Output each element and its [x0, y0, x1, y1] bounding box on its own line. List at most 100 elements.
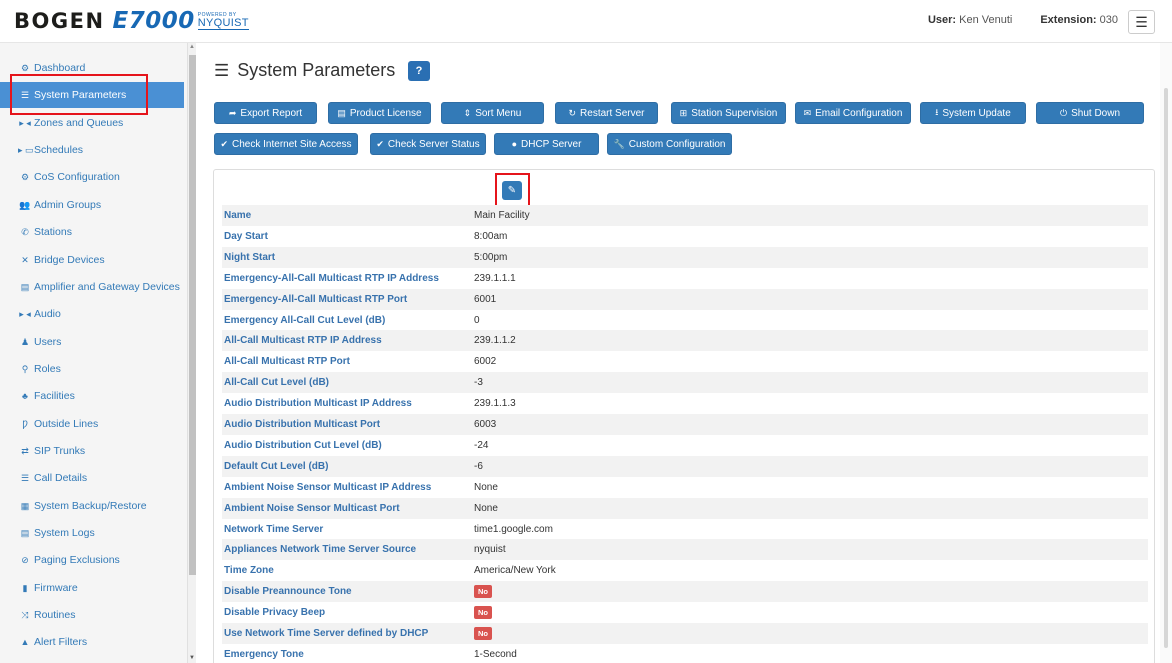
sort-menu-button[interactable]: ⇕ Sort Menu: [441, 102, 544, 124]
list-icon: ☰: [214, 60, 230, 80]
main-scroll-thumb[interactable]: [1164, 88, 1168, 648]
param-row: Name Main Facility: [222, 205, 1148, 226]
system-update-button[interactable]: ⭳ System Update: [920, 102, 1026, 124]
email-configuration-button[interactable]: ✉ Email Configuration: [795, 102, 911, 124]
user-info: User: Ken Venuti Extension: 030: [928, 14, 1118, 26]
dhcp-server-button[interactable]: ● DHCP Server: [494, 133, 599, 155]
param-label: All-Call Multicast RTP IP Address: [224, 335, 382, 346]
button-label: Check Internet Site Access: [232, 138, 352, 150]
sidebar-item-stations[interactable]: ✆ Stations: [0, 219, 184, 245]
sidebar-item-system-backup-restore[interactable]: ▦ System Backup/Restore: [0, 493, 184, 519]
param-label: Appliances Network Time Server Source: [224, 544, 417, 555]
dashboard-icon: ⚙: [20, 62, 30, 73]
param-value: No: [474, 606, 492, 619]
sidebar-item-cos-configuration[interactable]: ⚙ CoS Configuration: [0, 164, 184, 190]
sidebar-item-label: Routines: [34, 609, 76, 621]
param-value: 6003: [474, 419, 497, 430]
param-label: Emergency Tone: [224, 649, 304, 660]
sidebar-item-firmware[interactable]: ▮ Firmware: [0, 575, 184, 601]
sidebar-item-facilities[interactable]: ♣ Facilities: [0, 383, 184, 409]
sidebar-item-audio[interactable]: ▸ ◂ Audio: [0, 301, 184, 327]
sidebar-item-sip-trunks[interactable]: ⇄ SIP Trunks: [0, 438, 184, 464]
scroll-down-icon[interactable]: ▼: [189, 655, 195, 661]
button-label: DHCP Server: [521, 138, 582, 150]
sidebar-item-label: SIP Trunks: [34, 445, 86, 457]
sidebar-item-routines[interactable]: ⤨ Routines: [0, 602, 184, 628]
export-report-button[interactable]: ➦ Export Report: [214, 102, 317, 124]
param-label: Audio Distribution Multicast IP Address: [224, 398, 412, 409]
product-license-button[interactable]: ▤ Product License: [328, 102, 431, 124]
station-supervision-button[interactable]: ⊞ Station Supervision: [671, 102, 786, 124]
sidebar-item-system-logs[interactable]: ▤ System Logs: [0, 520, 184, 546]
sidebar-item-users[interactable]: ♟ Users: [0, 329, 184, 355]
scroll-up-icon[interactable]: ▲: [189, 44, 195, 50]
status-badge: No: [474, 606, 492, 619]
hamburger-icon: ☰: [1135, 13, 1148, 30]
sidebar-item-system-parameters[interactable]: ☰ System Parameters: [0, 82, 184, 108]
page-title: ☰ System Parameters: [214, 60, 395, 81]
check-internet-site-access-button[interactable]: ✔ Check Internet Site Access: [214, 133, 358, 155]
param-row: Ambient Noise Sensor Multicast IP Addres…: [222, 477, 1148, 498]
sidebar-item-roles[interactable]: ⚲ Roles: [0, 356, 184, 382]
sidebar-scroll-thumb[interactable]: [189, 55, 196, 575]
share-icon: ➦: [228, 107, 237, 118]
audio-icon: ▸ ◂: [19, 308, 31, 319]
param-value: 5:00pm: [474, 252, 508, 263]
bridge-icon: ✕: [21, 254, 29, 265]
param-value: 0: [474, 315, 480, 326]
sidebar-item-label: Amplifier and Gateway Devices: [34, 281, 180, 293]
param-row: Audio Distribution Cut Level (dB) -24: [222, 435, 1148, 456]
sidebar-item-label: Dashboard: [34, 62, 86, 74]
param-row: Time Zone America/New York: [222, 560, 1148, 581]
help-button[interactable]: ?: [408, 61, 430, 81]
button-label: Product License: [349, 107, 422, 119]
param-label: Emergency-All-Call Multicast RTP IP Addr…: [224, 273, 439, 284]
button-label: Sort Menu: [475, 107, 522, 119]
sidebar-item-label: Users: [34, 336, 62, 348]
button-label: Shut Down: [1071, 107, 1121, 119]
param-label: Emergency-All-Call Multicast RTP Port: [224, 294, 408, 305]
sidebar-item-label: Outside Lines: [34, 418, 99, 430]
brand-product: E7000: [112, 8, 195, 34]
sidebar-item-outside-lines[interactable]: Ƿ Outside Lines: [0, 411, 184, 437]
sidebar-item-label: Call Details: [34, 472, 88, 484]
sidebar-item-amplifier-and-gateway-devices[interactable]: ▤ Amplifier and Gateway Devices: [0, 274, 184, 300]
sidebar-scrollbar[interactable]: ▲ ▼: [187, 43, 196, 663]
custom-configuration-button[interactable]: 🔧 Custom Configuration: [607, 133, 732, 155]
param-label: Night Start: [224, 252, 276, 263]
download-icon: ⭳: [935, 107, 939, 117]
main-scrollbar[interactable]: [1160, 43, 1172, 663]
param-value: None: [474, 482, 498, 493]
sidebar-item-zones-and-queues[interactable]: ▸ ◂ Zones and Queues: [0, 110, 184, 136]
param-value: No: [474, 627, 492, 640]
sort-icon: ⇕: [463, 107, 472, 118]
bookmark-icon: ▮: [22, 582, 28, 593]
sidebar-item-call-details[interactable]: ☰ Call Details: [0, 465, 184, 491]
sidebar-item-label: Bridge Devices: [34, 254, 105, 266]
param-value: -24: [474, 440, 489, 451]
user-label: User:: [927, 14, 957, 26]
param-row: Disable Privacy Beep No: [222, 602, 1148, 623]
param-value: 239.1.1.1: [474, 273, 516, 284]
sidebar-item-bridge-devices[interactable]: ✕ Bridge Devices: [0, 247, 184, 273]
check-server-status-button[interactable]: ✔ Check Server Status: [370, 133, 486, 155]
page-title-text: System Parameters: [237, 60, 396, 80]
sidebar-item-alert-filters[interactable]: ▲ Alert Filters: [0, 629, 184, 655]
param-row: Emergency-All-Call Multicast RTP IP Addr…: [222, 268, 1148, 289]
sidebar-item-admin-groups[interactable]: 👥 Admin Groups: [0, 192, 184, 218]
sidebar-item-label: CoS Configuration: [34, 171, 120, 183]
edit-button[interactable]: ✎: [502, 181, 522, 200]
shut-down-button[interactable]: ⏻ Shut Down: [1036, 102, 1144, 124]
user-display: User: Ken Venuti: [928, 14, 1012, 26]
extension-display: Extension: 030: [1040, 14, 1118, 26]
zones-icon: ▸ ◂: [19, 117, 31, 128]
param-row: Network Time Server time1.google.com: [222, 519, 1148, 540]
database-icon: ▦: [20, 500, 30, 511]
hamburger-menu-button[interactable]: ☰: [1128, 10, 1155, 34]
sidebar-item-paging-exclusions[interactable]: ⊘ Paging Exclusions: [0, 547, 184, 573]
calendar-icon: ▸ ▭: [18, 144, 34, 155]
param-row: Use Network Time Server defined by DHCP N…: [222, 623, 1148, 644]
sidebar-item-schedules[interactable]: ▸ ▭ Schedules: [0, 137, 184, 163]
restart-server-button[interactable]: ↻ Restart Server: [555, 102, 658, 124]
sidebar-item-dashboard[interactable]: ⚙ Dashboard: [0, 55, 184, 81]
